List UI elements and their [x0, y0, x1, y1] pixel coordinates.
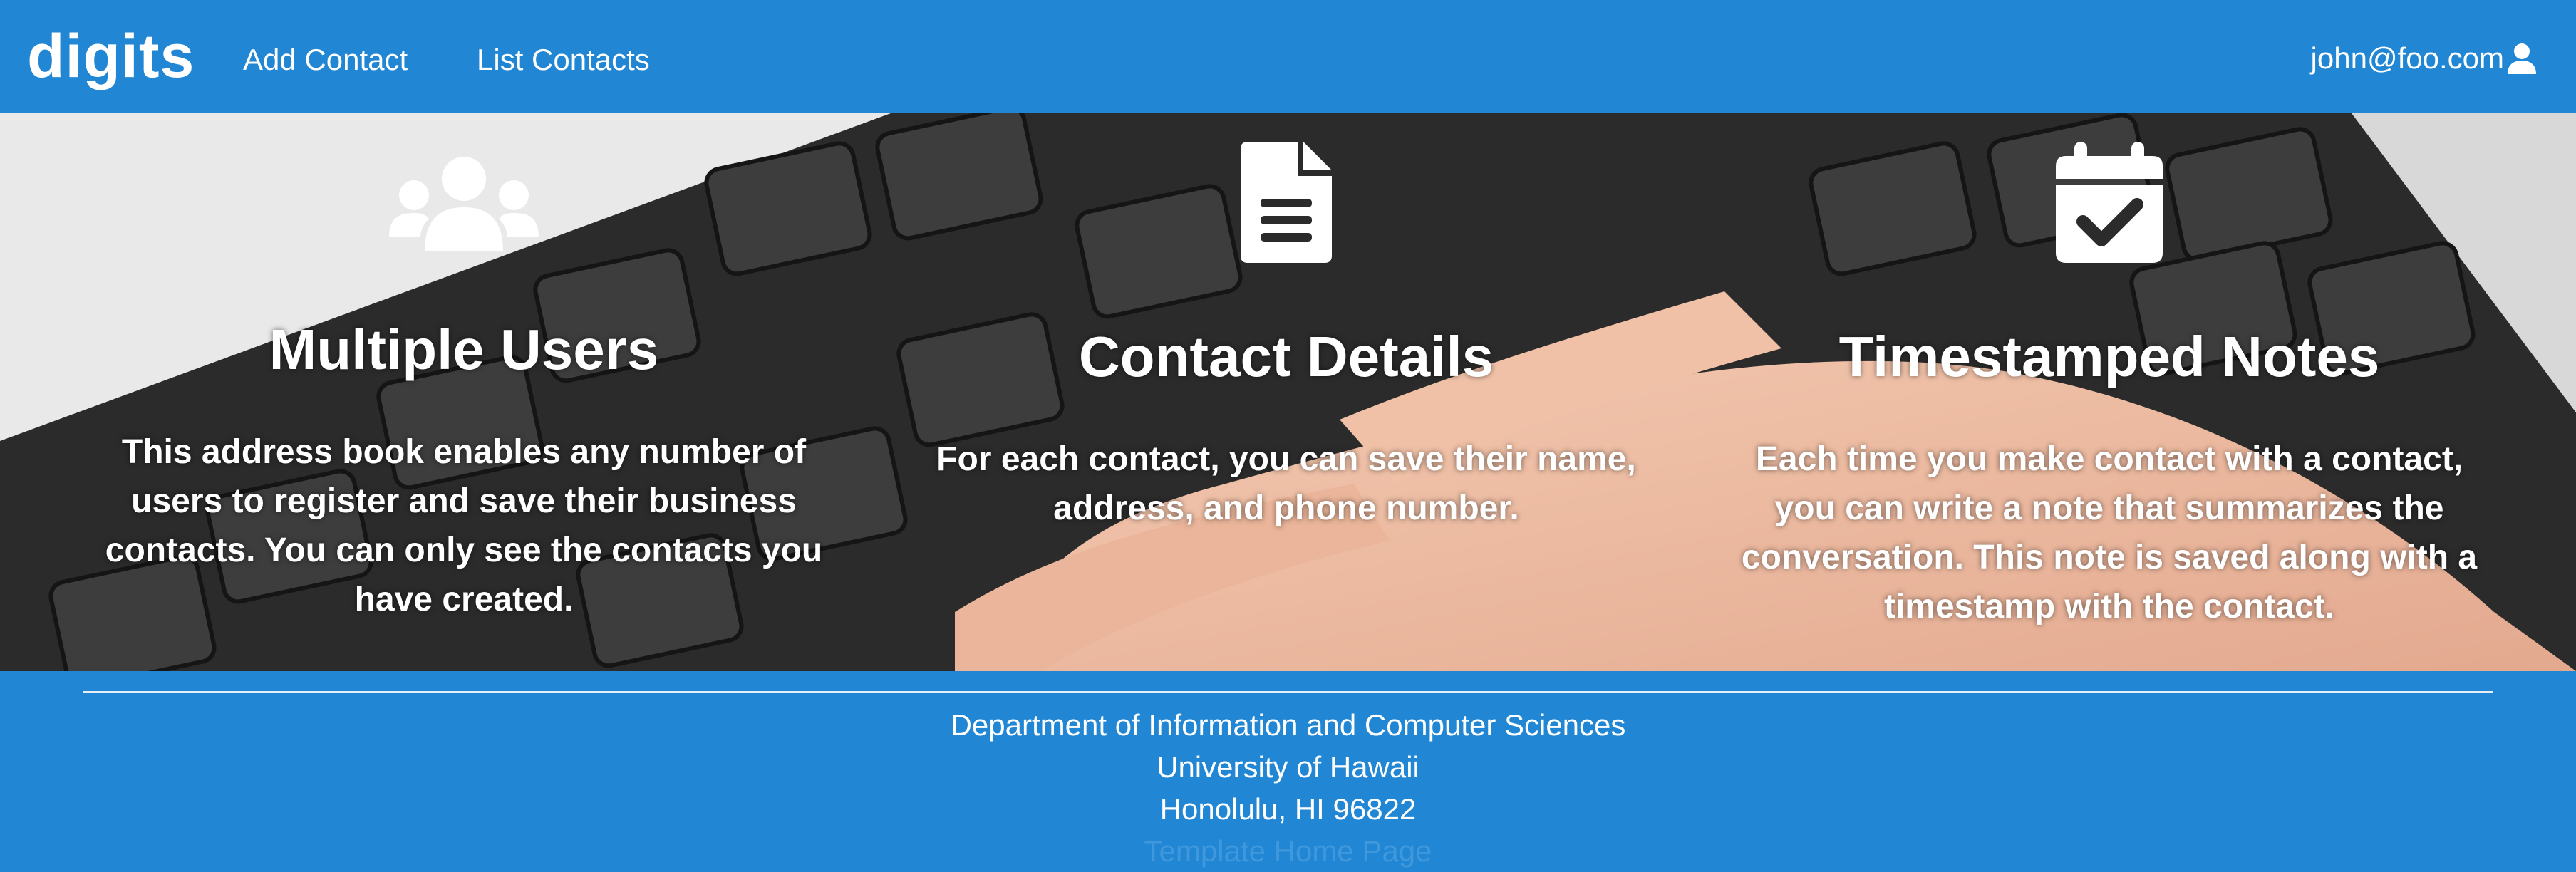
feature-description: Each time you make contact with a contac… [1741, 440, 2478, 626]
footer-university: University of Hawaii [1157, 750, 1419, 784]
user-email: john@foo.com [2310, 41, 2504, 75]
brand-logo[interactable]: digits [27, 21, 195, 92]
feature-multiple-users: Multiple Users This address book enables… [83, 113, 845, 624]
footer-address: Honolulu, HI 96822 [1159, 792, 1417, 826]
footer-template-link[interactable]: Template Home Page [0, 834, 2576, 868]
feature-title: Contact Details [1078, 325, 1494, 388]
nav-link-add-contact[interactable]: Add Contact [243, 43, 408, 77]
footer-divider [83, 691, 2493, 693]
feature-timestamped-notes: Timestamped Notes Each time you make con… [1728, 113, 2490, 631]
feature-contact-details: Contact Details For each contact, you ca… [905, 113, 1667, 533]
feature-description: This address book enables any number of … [105, 433, 823, 618]
users-icon [389, 157, 539, 251]
hero-section: Multiple Users This address book enables… [0, 113, 2576, 671]
file-text-icon [1241, 142, 1332, 263]
user-menu[interactable]: john@foo.com [2311, 41, 2537, 76]
feature-title: Timestamped Notes [1838, 325, 2380, 388]
user-icon [2508, 43, 2536, 74]
feature-description: For each contact, you can save their nam… [936, 440, 1636, 527]
feature-title: Multiple Users [269, 318, 659, 381]
calendar-check-icon [2056, 142, 2163, 263]
footer: Department of Information and Computer S… [0, 671, 2576, 872]
navbar: digits Add Contact List Contacts john@fo… [0, 0, 2576, 113]
footer-department: Department of Information and Computer S… [950, 708, 1626, 742]
nav-link-list-contacts[interactable]: List Contacts [477, 43, 650, 77]
